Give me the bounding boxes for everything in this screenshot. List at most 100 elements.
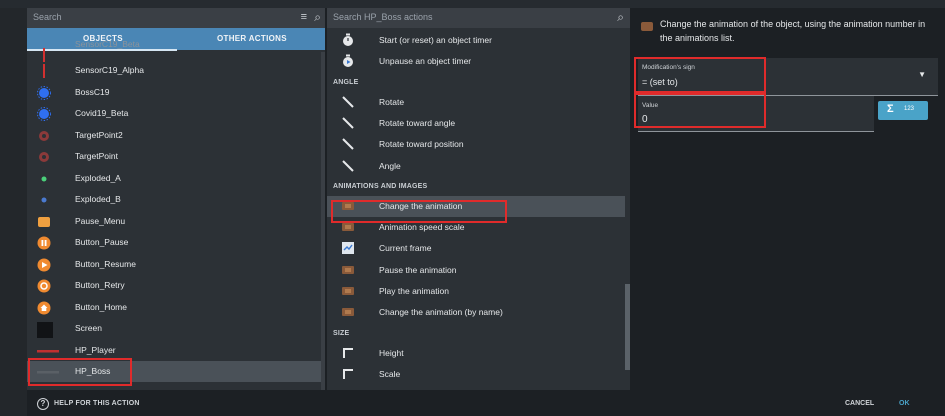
home-button-icon xyxy=(37,301,51,315)
retry-button-icon xyxy=(37,279,51,293)
object-label: HP_Player xyxy=(75,344,116,355)
boss-icon xyxy=(37,85,51,100)
object-label: Exploded_A xyxy=(75,172,121,183)
action-label: Rotate xyxy=(379,96,405,107)
action-list-item[interactable]: Rotate toward position xyxy=(327,134,625,155)
modification-sign-select[interactable]: Modification's sign = (set to) ▼ xyxy=(638,58,938,96)
object-list-item[interactable]: TargetPoint2 xyxy=(27,125,325,146)
screen-icon xyxy=(37,322,53,338)
action-label: Unpause an object timer xyxy=(379,56,472,67)
action-category-header: ANIMATIONS AND IMAGES xyxy=(333,182,428,190)
object-label: Covid19_Beta xyxy=(75,108,129,118)
animation-icon xyxy=(341,263,355,277)
dialog-footer: ? HELP FOR THIS ACTION CANCEL OK xyxy=(27,390,945,416)
object-label: SensorC19_Beta xyxy=(75,39,140,49)
search-icon[interactable]: ⌕ xyxy=(617,10,624,25)
object-list-item[interactable]: Button_Home xyxy=(27,297,325,318)
object-list-item[interactable]: Screen xyxy=(27,318,325,339)
object-list-item[interactable]: Button_Pause xyxy=(27,232,325,253)
hp-bar-icon xyxy=(37,344,59,358)
resize-icon xyxy=(341,346,355,360)
filter-icon[interactable]: ≡ xyxy=(301,11,307,23)
frame-icon xyxy=(341,241,355,255)
animation-icon xyxy=(341,305,355,319)
tab-other-actions[interactable]: OTHER ACTIONS xyxy=(217,34,287,43)
object-list-item[interactable]: Exploded_B xyxy=(27,189,325,210)
resize-icon xyxy=(341,367,355,381)
animation-icon xyxy=(341,199,355,213)
play-button-icon xyxy=(37,258,51,272)
objects-panel: Search ≡ ⌕ OBJECTS OTHER ACTIONS SensorC… xyxy=(27,8,325,390)
animation-icon xyxy=(641,22,653,31)
action-list-item[interactable]: Animation speed scale xyxy=(327,217,625,238)
search-icon[interactable]: ⌕ xyxy=(314,10,321,25)
object-list-item[interactable]: Pause_Menu xyxy=(27,211,325,232)
object-list-item[interactable]: HP_Player xyxy=(27,340,325,361)
target-icon xyxy=(37,150,51,164)
object-list-item[interactable]: Covid19_Beta xyxy=(27,103,325,124)
target-icon xyxy=(37,129,51,143)
action-list-item[interactable]: Change the animation (by name) xyxy=(327,302,625,323)
action-list-item[interactable]: Pause the animation xyxy=(327,260,625,281)
object-list-item[interactable]: SensorC19_Alpha xyxy=(27,60,325,81)
object-label: HP_Boss xyxy=(75,366,111,376)
virus-icon xyxy=(37,107,51,121)
actions-search-input[interactable]: Search HP_Boss actions xyxy=(333,12,433,22)
particle-icon xyxy=(37,172,51,186)
action-label: Angle xyxy=(379,160,401,171)
action-list-item[interactable]: Rotate toward angle xyxy=(327,113,625,134)
top-background-strip xyxy=(0,0,945,8)
rotate-icon xyxy=(341,95,355,109)
expression-editor-button[interactable]: Σ 123 xyxy=(878,101,928,120)
modification-sign-label: Modification's sign xyxy=(642,64,695,71)
action-list-item[interactable]: Scale xyxy=(327,364,625,385)
object-list-item[interactable]: Button_Retry xyxy=(27,275,325,296)
action-label: Start (or reset) an object timer xyxy=(379,35,492,45)
object-label: Pause_Menu xyxy=(75,215,126,226)
action-list-item[interactable]: Start (or reset) an object timer xyxy=(327,30,625,51)
object-label: Button_Resume xyxy=(75,258,136,269)
actions-search-bar[interactable]: Search HP_Boss actions ⌕ xyxy=(327,8,630,28)
object-list-item[interactable]: HP_Boss xyxy=(27,361,325,382)
action-description: Change the animation of the object, usin… xyxy=(660,19,926,43)
timer-play-icon xyxy=(341,54,355,68)
action-label: Play the animation xyxy=(379,286,449,296)
object-list-item[interactable]: Button_Resume xyxy=(27,254,325,275)
action-list-item[interactable]: Height xyxy=(327,343,625,364)
value-field[interactable]: Value 0 xyxy=(638,96,874,132)
action-list-item[interactable]: Current frame xyxy=(327,238,625,259)
background-editor-edge xyxy=(0,8,27,416)
action-list-item[interactable]: Unpause an object timer xyxy=(327,51,625,72)
objects-scrollbar[interactable] xyxy=(321,52,325,390)
animation-icon xyxy=(341,284,355,298)
object-label: TargetPoint2 xyxy=(75,129,123,140)
action-label: Pause the animation xyxy=(379,264,457,275)
action-category-header: SIZE xyxy=(333,329,350,337)
action-label: Change the animation xyxy=(379,200,463,211)
action-list-item[interactable]: Angle xyxy=(327,156,625,177)
action-list-item[interactable]: Change the animation xyxy=(327,195,625,217)
timer-icon xyxy=(341,33,355,47)
help-icon[interactable]: ? xyxy=(37,398,49,410)
action-label: Change the animation (by name) xyxy=(379,307,503,318)
modification-sign-value: = (set to) xyxy=(642,77,678,87)
cancel-button[interactable]: CANCEL xyxy=(845,400,874,407)
panel-icon xyxy=(37,215,51,229)
hp-bar-icon xyxy=(37,365,59,379)
object-list-item[interactable]: BossC19 xyxy=(27,82,325,103)
object-list-item[interactable]: TargetPoint xyxy=(27,146,325,167)
action-parameters-panel: Change the animation of the object, usin… xyxy=(630,8,945,390)
ok-button[interactable]: OK xyxy=(899,400,910,407)
pause-button-icon xyxy=(37,236,51,250)
object-list-item[interactable]: Exploded_A xyxy=(27,168,325,189)
rotate-icon xyxy=(341,137,355,151)
chevron-down-icon[interactable]: ▼ xyxy=(918,70,926,79)
value-input[interactable]: 0 xyxy=(642,114,648,125)
objects-search-input[interactable]: Search xyxy=(33,12,62,22)
action-list-item[interactable]: Rotate xyxy=(327,92,625,113)
object-label: Exploded_B xyxy=(75,194,121,204)
help-link[interactable]: HELP FOR THIS ACTION xyxy=(54,400,140,407)
action-list-item[interactable]: Play the animation xyxy=(327,281,625,302)
objects-search-bar[interactable]: Search ≡ ⌕ xyxy=(27,8,325,28)
object-label: Button_Home xyxy=(75,301,127,312)
